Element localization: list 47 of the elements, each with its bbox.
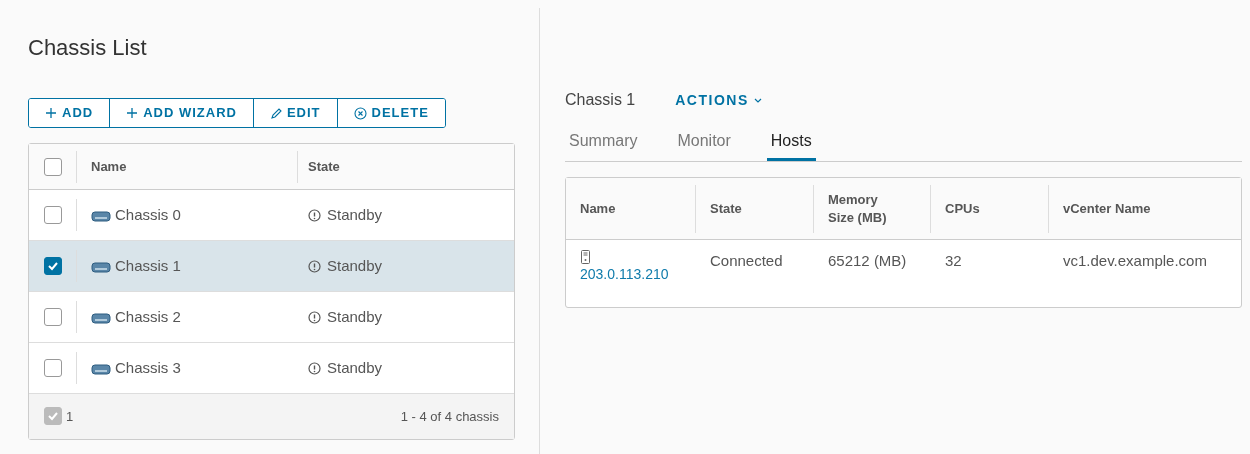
chassis-name: Chassis 3 xyxy=(115,357,181,378)
page-title: Chassis List xyxy=(28,34,148,62)
checkbox[interactable] xyxy=(43,359,62,377)
tab[interactable]: Monitor xyxy=(673,125,735,161)
checkbox[interactable] xyxy=(43,257,62,275)
tab[interactable]: Summary xyxy=(565,125,642,161)
state-text: Standby xyxy=(327,255,383,276)
checkbox[interactable] xyxy=(43,206,62,224)
info-icon xyxy=(308,361,321,375)
column-header: Memory Size (MB) xyxy=(814,184,931,233)
chassis-name: Chassis 0 xyxy=(115,204,181,225)
toolbar-button[interactable]: ADD xyxy=(29,99,111,127)
table-cell-text: Connected xyxy=(710,251,783,271)
column-header: CPUs xyxy=(931,184,1049,233)
tab[interactable]: Hosts xyxy=(766,125,816,161)
pencil-icon xyxy=(269,107,282,119)
selected-count: 1 xyxy=(66,407,74,426)
chassis-name: Chassis 2 xyxy=(115,306,181,327)
info-icon xyxy=(308,208,321,222)
detail-title: Chassis 1 xyxy=(565,90,636,110)
plus-icon xyxy=(126,107,139,119)
plus-icon xyxy=(45,107,57,119)
table-cell-text: vc1.dev.example.com xyxy=(1063,251,1207,271)
column-header: State xyxy=(307,157,340,176)
state-text: Standby xyxy=(327,357,383,378)
checkbox[interactable] xyxy=(43,308,62,326)
column-header: vCenter Name xyxy=(1062,199,1152,218)
table-cell-text: 32 xyxy=(945,251,962,271)
info-icon xyxy=(308,259,321,273)
column-header: Name xyxy=(566,184,696,233)
checkbox[interactable] xyxy=(43,157,62,176)
close-circle-icon xyxy=(353,106,367,120)
host-link[interactable]: 203.0.113.210 xyxy=(580,264,669,285)
actions-menu[interactable]: ACTIONS xyxy=(675,89,762,111)
info-icon xyxy=(308,310,321,324)
state-text: Standby xyxy=(327,204,383,225)
server-icon xyxy=(580,250,591,264)
table-row[interactable]: Chassis 2 Standby xyxy=(29,292,514,343)
column-header: Name xyxy=(77,150,298,183)
state-text: Standby xyxy=(327,306,383,327)
pagination-summary: 1 - 4 of 4 chassis xyxy=(400,407,499,426)
table-cell-text: 65212 (MB) xyxy=(828,251,907,271)
table-row[interactable]: Chassis 1 Standby xyxy=(29,241,514,292)
caret-icon xyxy=(753,96,762,104)
chassis-name: Chassis 1 xyxy=(115,255,181,276)
checkbox[interactable] xyxy=(44,406,62,425)
column-header: State xyxy=(696,184,814,233)
